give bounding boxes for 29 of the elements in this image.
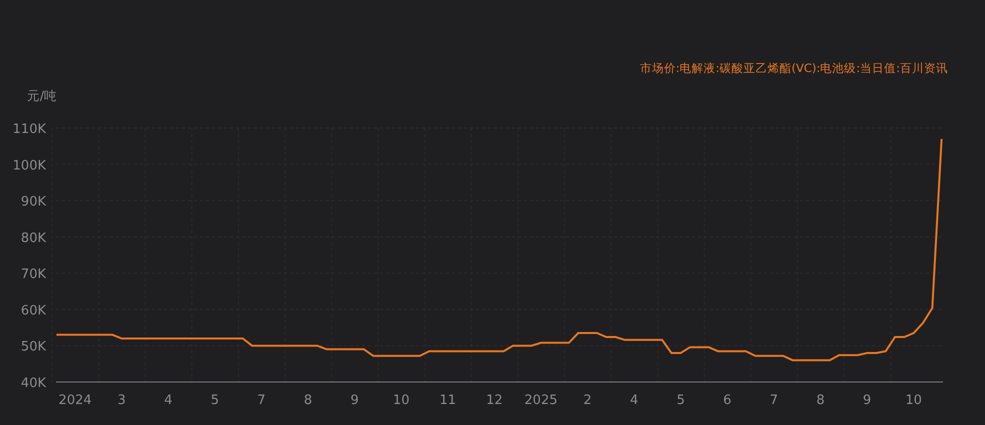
y-tick-label: 40K [20, 376, 46, 391]
y-tick-label: 50K [20, 340, 46, 355]
x-tick-label: 2 [583, 393, 592, 408]
x-tick-label: 11 [440, 393, 456, 408]
x-tick-label: 4 [630, 393, 638, 408]
x-tick-label: 3 [118, 393, 126, 408]
x-tick-label: 5 [210, 393, 219, 408]
x-tick-label: 4 [164, 393, 172, 408]
chart-legend: 市场价:电解液:碳酸亚乙烯酯(VC):电池级:当日值:百川资讯 [640, 61, 948, 75]
x-tick-label: 8 [816, 393, 825, 408]
x-tick-label: 7 [257, 393, 266, 408]
x-tick-label: 9 [862, 393, 872, 408]
x-tick-label: 2025 [524, 393, 558, 408]
x-tick-label: 7 [770, 393, 778, 408]
x-tick-label: 9 [350, 393, 359, 408]
x-tick-label: 10 [905, 393, 922, 408]
x-tick-label: 10 [392, 393, 410, 408]
x-tick-label: 8 [304, 393, 312, 408]
x-tick-label: 12 [486, 393, 503, 408]
y-tick-label: 60K [20, 303, 46, 318]
y-tick-label: 100K [12, 158, 46, 174]
x-tick-label: 6 [723, 393, 732, 408]
y-tick-label: 90K [20, 194, 46, 210]
y-tick-label: 110K [12, 122, 46, 137]
y-tick-label: 80K [20, 230, 46, 246]
x-tick-label: 2024 [58, 393, 92, 408]
y-tick-label: 70K [20, 267, 46, 282]
x-tick-label: 5 [676, 393, 685, 408]
axis-unit-label: 元/吨 [26, 88, 58, 103]
